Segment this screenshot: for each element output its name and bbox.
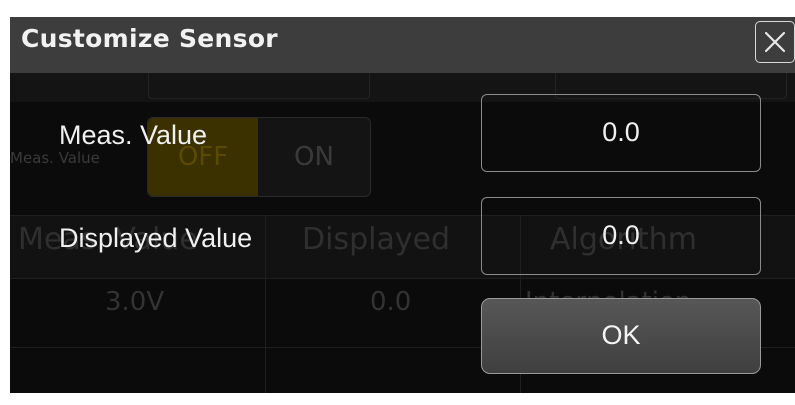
meas-value-label: Meas. Value — [59, 120, 208, 150]
displayed-value-input[interactable]: 0.0 — [481, 197, 761, 275]
close-button[interactable] — [755, 21, 795, 63]
meas-value-input[interactable]: 0.0 — [481, 94, 761, 172]
background-meas-value-label: Meas. Value — [10, 149, 100, 167]
background-table-divider — [265, 215, 266, 393]
close-icon — [764, 31, 786, 53]
ok-button[interactable]: OK — [481, 298, 761, 374]
displayed-value-label: Displayed Value — [59, 223, 253, 253]
background-toggle-on: ON — [294, 142, 334, 172]
background-table-cell: 0.0 — [370, 287, 412, 317]
customize-sensor-window: Meas. Value OFF ON Meas. Value Displayed… — [10, 17, 795, 393]
dialog-title: Customize Sensor — [21, 24, 278, 53]
background-table-cell: 3.0V — [105, 287, 165, 317]
dialog-title-bar: Customize Sensor — [10, 17, 795, 73]
background-table-header-cell: Displayed — [302, 222, 451, 257]
